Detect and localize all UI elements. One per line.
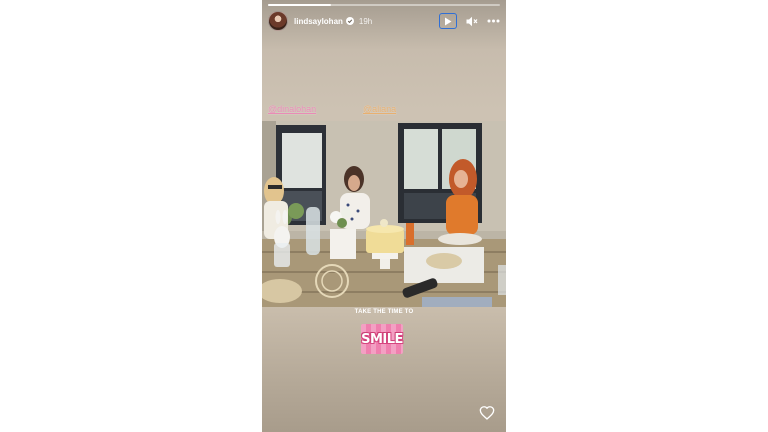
story-caption: TAKE THE TIME TO [354,309,414,315]
play-icon [445,17,452,25]
smile-sticker-text: SMILE [361,331,403,347]
story-header: lindsaylohan 19h [268,11,500,31]
play-button[interactable] [439,13,457,29]
story-timestamp: 19h [358,16,373,26]
verified-badge-icon [345,17,354,25]
username[interactable]: lindsaylohan [294,17,343,26]
mention-tag-aliana[interactable]: @aliana [363,104,396,114]
story-photo [262,121,506,307]
avatar[interactable] [268,11,288,31]
smile-sticker: SMILE [361,324,403,354]
heart-icon[interactable] [479,405,495,421]
speaker-muted-icon[interactable] [466,15,478,27]
more-horizontal-icon[interactable] [486,15,500,27]
story-progress-bar [268,4,500,6]
story-photo-illustration [262,121,506,307]
story-viewer[interactable]: lindsaylohan 19h @dinalohan @aliana TAKE… [262,0,506,432]
story-progress-fill [268,4,331,6]
mention-tag-dinalohan[interactable]: @dinalohan [268,104,316,114]
